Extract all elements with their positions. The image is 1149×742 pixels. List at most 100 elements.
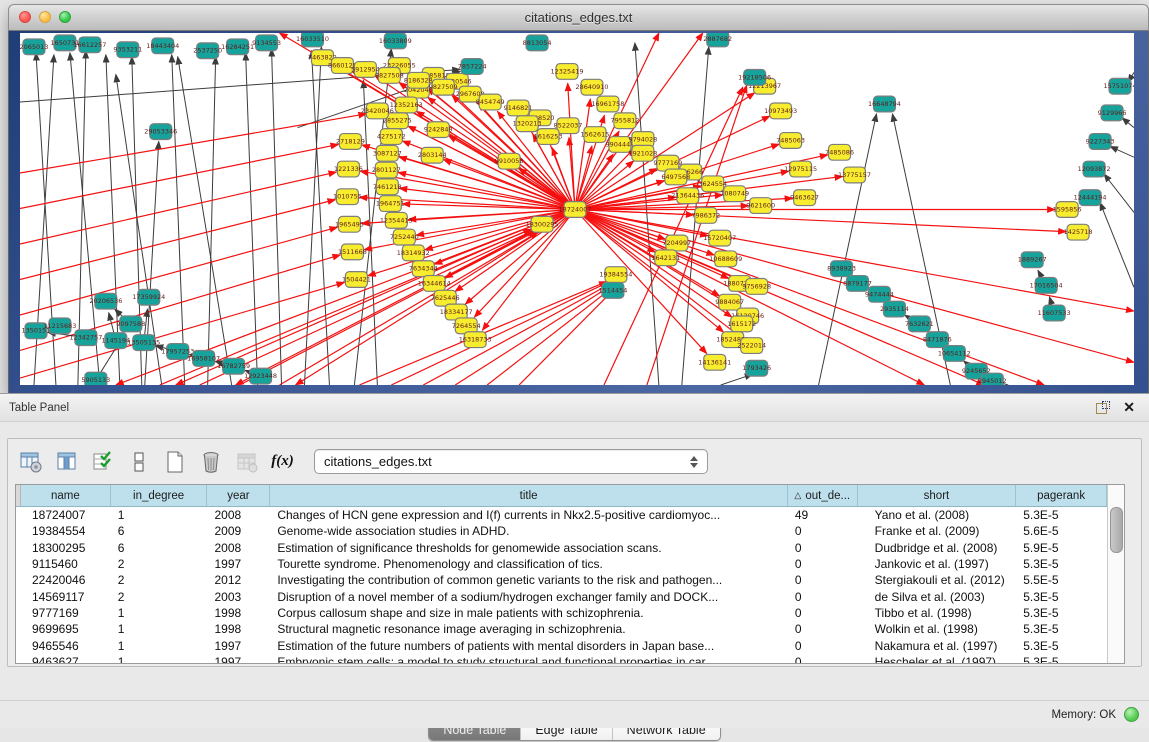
table-cell-out[interactable]: 49 [788,507,858,523]
graph-node[interactable]: 7485063 [776,133,805,149]
table-mode-icon[interactable] [17,448,44,475]
table-cell-year[interactable]: 2008 [207,540,270,556]
table-cell-name[interactable]: 22420046 [21,572,111,588]
graph-node[interactable]: 4275172 [377,129,406,145]
graph-node[interactable]: 15720407 [703,230,736,246]
table-cell-short[interactable]: Franke et al. (2009) [858,523,1017,539]
show-columns-icon[interactable] [53,448,80,475]
table-cell-short[interactable]: Stergiakouli et al. (2012) [858,572,1017,588]
graph-node[interactable]: 9242848 [424,122,453,138]
column-header-year[interactable]: year [207,485,270,506]
table-cell-in_degree[interactable]: 2 [111,556,208,572]
minimize-window-icon[interactable] [39,11,51,23]
graph-node[interactable]: 12354413 [380,212,413,228]
table-cell-in_degree[interactable]: 2 [111,588,208,604]
graph-edge[interactable] [20,172,336,244]
graph-node[interactable]: 13505135 [127,335,160,351]
table-cell-out[interactable]: 0 [788,588,858,604]
table-cell-name[interactable]: 9115460 [21,556,111,572]
graph-node[interactable]: 1595856 [1053,202,1082,218]
graph-edge[interactable] [304,47,321,385]
graph-edge[interactable] [363,80,377,385]
scrollbar-thumb[interactable] [1110,507,1123,553]
graph-node[interactable]: 2522014 [737,338,766,354]
graph-node[interactable]: 1145194 [101,333,130,349]
table-row[interactable]: 969969511998Structural magnetic resonanc… [16,621,1107,637]
graph-node[interactable]: 12093872 [1078,161,1111,177]
table-cell-pagerank[interactable]: 5.3E-5 [1016,588,1107,604]
table-cell-year[interactable]: 1997 [207,556,270,572]
graph-node[interactable]: 2537250 [193,43,222,59]
graph-node[interactable]: 2065013 [20,39,48,55]
close-panel-icon[interactable]: ✕ [1123,401,1135,414]
graph-node[interactable]: 3087127 [373,145,402,161]
table-cell-title[interactable]: Tourette syndrome. Phenomenology and cla… [270,556,788,572]
table-cell-pagerank[interactable]: 5.3E-5 [1016,605,1107,621]
graph-node[interactable]: 17359924 [132,289,165,305]
graph-node[interactable]: 8454749 [476,94,505,110]
graph-node[interactable]: 9353211 [113,42,142,58]
table-row[interactable]: 977716911998Corpus callosum shape and si… [16,605,1107,621]
rows-icon[interactable] [125,448,152,475]
graph-node[interactable]: 17016504 [1030,278,1063,294]
table-cell-out[interactable]: 0 [788,637,858,653]
graph-node[interactable]: 2718129 [336,134,365,150]
graph-node[interactable]: 14136141 [698,354,731,370]
table-cell-year[interactable]: 2008 [207,507,270,523]
table-cell-pagerank[interactable]: 5.3E-5 [1016,507,1107,523]
graph-node[interactable]: 7632621 [905,316,934,332]
table-cell-name[interactable]: 19384554 [21,523,111,539]
vertical-scrollbar[interactable] [1107,485,1124,664]
table-cell-pagerank[interactable]: 5.3E-5 [1016,654,1107,664]
column-header-in_degree[interactable]: in_degree [111,485,208,506]
table-cell-short[interactable]: Tibbo et al. (1998) [858,605,1017,621]
table-cell-title[interactable]: Investigating the contribution of common… [270,572,788,588]
graph-node[interactable]: 7634344 [409,261,438,277]
float-panel-icon[interactable] [1096,401,1110,414]
table-cell-short[interactable]: Yano et al. (2008) [858,507,1017,523]
table-cell-short[interactable]: Wolkin et al. (1998) [858,621,1017,637]
table-row[interactable]: 1872400712008Changes of HCN gene express… [16,507,1107,523]
table-cell-pagerank[interactable]: 5.3E-5 [1016,621,1107,637]
table-cell-year[interactable]: 1998 [207,605,270,621]
window-titlebar[interactable]: citations_edges.txt [8,4,1149,31]
graph-edge[interactable] [208,57,216,385]
graph-node[interactable]: 1010755 [333,189,362,205]
table-cell-out[interactable]: 0 [788,523,858,539]
table-cell-out[interactable]: 0 [788,540,858,556]
graph-node[interactable]: 1616253 [534,129,563,145]
table-cell-short[interactable]: Jankovic et al. (1997) [858,556,1017,572]
graph-node[interactable]: 7485086 [825,144,854,160]
graph-node[interactable]: 1504421 [342,272,371,288]
graph-node[interactable]: 2801127 [372,162,401,178]
graph-edge[interactable] [575,209,724,332]
table-cell-in_degree[interactable]: 6 [111,540,208,556]
column-header-pagerank[interactable]: pagerank [1016,485,1107,506]
delete-table-icon[interactable] [197,448,224,475]
new-table-icon[interactable] [161,448,188,475]
table-cell-name[interactable]: 9777169 [21,605,111,621]
network-canvas[interactable]: 1872400718300295193845542228581820420401… [20,33,1134,385]
table-row[interactable]: 911546021997Tourette syndrome. Phenomeno… [16,556,1107,572]
table-cell-title[interactable]: Embryonic stem cells: a model to study s… [270,654,788,664]
graph-edge[interactable] [1100,203,1134,288]
graph-node[interactable]: 29053346 [144,124,177,140]
graph-node[interactable]: 2935114 [880,301,909,317]
table-cell-title[interactable]: Genome-wide association studies in ADHD. [270,523,788,539]
graph-edge[interactable] [1110,146,1134,157]
graph-edge[interactable] [311,51,329,385]
table-row[interactable]: 1456911722003Disruption of a novel membe… [16,588,1107,604]
graph-node[interactable]: 12325419 [551,64,584,80]
graph-node[interactable]: 16284251 [221,39,254,55]
table-cell-in_degree[interactable]: 1 [111,621,208,637]
table-cell-in_degree[interactable]: 1 [111,654,208,664]
table-row[interactable]: 2242004622012Investigating the contribut… [16,572,1107,588]
close-window-icon[interactable] [19,11,31,23]
table-row[interactable]: 1830029562008Estimation of significance … [16,540,1107,556]
graph-node[interactable]: 1221336 [334,161,363,177]
table-cell-year[interactable]: 2012 [207,572,270,588]
graph-edge[interactable] [1122,118,1134,128]
graph-node[interactable]: 5905133 [81,372,110,385]
graph-node[interactable]: 9097588 [116,316,145,332]
column-header-out_de[interactable]: △out_de... [788,485,858,506]
